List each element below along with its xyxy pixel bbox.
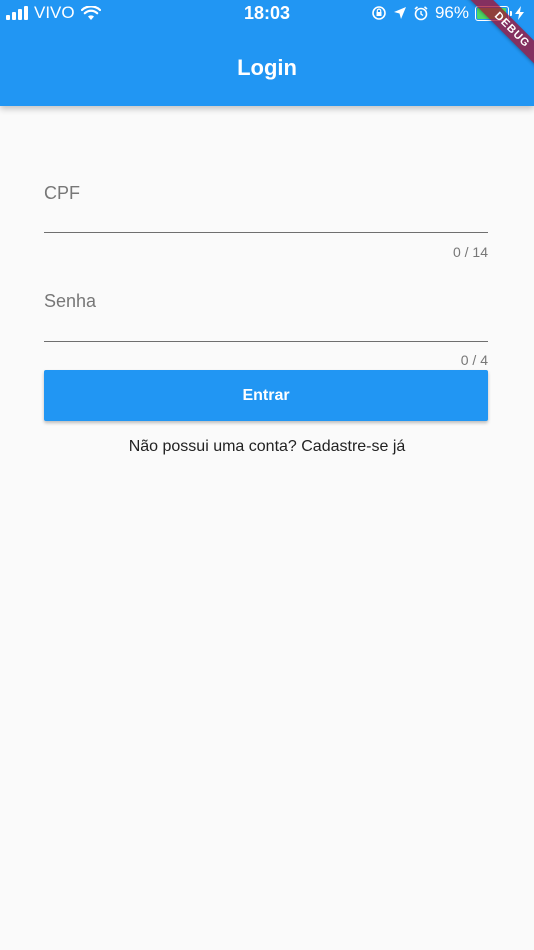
page-title: Login <box>237 55 297 80</box>
cpf-input[interactable] <box>44 201 492 233</box>
status-bar-left: VIVO <box>6 3 101 23</box>
password-counter: 0 / 4 <box>460 352 488 368</box>
cpf-counter: 0 / 14 <box>452 244 488 260</box>
status-bar: VIVO 18:03 96% <box>0 0 534 28</box>
battery-icon <box>475 5 512 21</box>
password-underline <box>44 341 488 342</box>
signup-link[interactable]: Não possui uma conta? Cadastre-se já <box>0 438 534 456</box>
charging-icon <box>515 6 524 20</box>
location-icon <box>393 7 406 19</box>
password-input[interactable] <box>44 309 492 341</box>
status-bar-right: 96% <box>371 3 524 23</box>
password-field[interactable]: Senha 0 / 4 <box>44 291 492 371</box>
signal-icon <box>6 6 28 20</box>
wifi-icon <box>80 5 101 20</box>
battery-level <box>477 7 506 19</box>
carrier-name: VIVO <box>34 3 75 22</box>
orientation-lock-icon <box>372 6 386 20</box>
alarm-icon <box>414 6 428 21</box>
battery-percent: 96% <box>434 3 469 22</box>
cpf-field[interactable]: CPF 0 / 14 <box>44 183 492 263</box>
app-bar: VIVO 18:03 96% Login <box>0 0 534 106</box>
cpf-underline <box>44 232 488 233</box>
login-button[interactable]: Entrar <box>44 370 488 421</box>
